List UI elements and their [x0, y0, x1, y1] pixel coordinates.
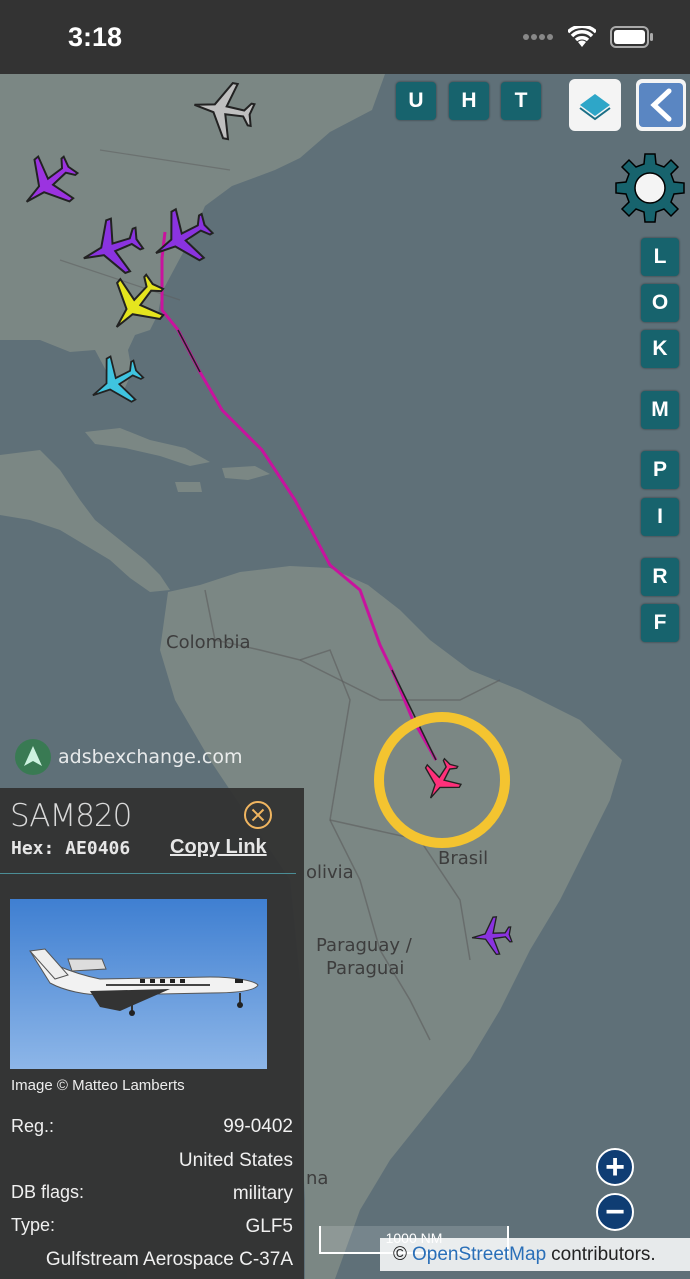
hex-label: Hex:: [11, 838, 55, 859]
zoom-in-button[interactable]: +: [596, 1148, 634, 1186]
aircraft-icon[interactable]: [468, 912, 516, 960]
toggle-u-button[interactable]: U: [396, 82, 436, 120]
signal-icon: [523, 34, 553, 40]
image-credit: Image © Matteo Lamberts: [11, 1077, 185, 1094]
toggle-k-button[interactable]: K: [641, 330, 679, 368]
adsb-logo-icon: [15, 739, 51, 775]
aircraft-icon[interactable]: [84, 350, 148, 414]
panel-divider: [0, 873, 296, 874]
reg-value: 99-0402: [223, 1116, 293, 1137]
label-colombia: Colombia: [166, 632, 251, 653]
battery-icon: [610, 26, 653, 48]
layers-icon: [579, 94, 611, 121]
label-argentina: na: [306, 1168, 329, 1189]
toggle-t-button[interactable]: T: [501, 82, 541, 120]
collapse-panel-button[interactable]: [636, 79, 686, 131]
hex-line: Hex: AE0406: [11, 838, 130, 859]
toggle-i-button[interactable]: I: [641, 498, 679, 536]
toggle-r-button[interactable]: R: [641, 558, 679, 596]
attribution-suffix: contributors.: [551, 1243, 656, 1265]
toggle-p-button[interactable]: P: [641, 451, 679, 489]
toggle-h-button[interactable]: H: [449, 82, 489, 120]
db-flags-label: DB flags:: [11, 1182, 85, 1202]
selected-aircraft-icon[interactable]: [416, 754, 466, 806]
type-label: Type:: [11, 1215, 56, 1235]
aircraft-icon[interactable]: [100, 268, 172, 340]
aircraft-icon[interactable]: [14, 148, 84, 218]
wifi-icon: [568, 26, 596, 47]
label-paraguay-line1: Paraguay /: [316, 935, 412, 956]
type-description: Gulfstream Aerospace C-37A: [45, 1249, 293, 1270]
map-attribution: © OpenStreetMap contributors.: [380, 1238, 690, 1271]
reg-label: Reg.:: [11, 1116, 55, 1136]
toggle-l-button[interactable]: L: [641, 238, 679, 276]
toggle-m-button[interactable]: M: [641, 391, 679, 429]
settings-gear-icon[interactable]: [614, 152, 686, 224]
osm-link[interactable]: OpenStreetMap: [412, 1244, 546, 1266]
close-icon[interactable]: [243, 800, 273, 830]
aircraft-photo[interactable]: [10, 899, 267, 1069]
toggle-f-button[interactable]: F: [641, 604, 679, 642]
country-value: United States: [178, 1150, 293, 1171]
db-flags-value: military: [232, 1183, 293, 1204]
toggle-o-button[interactable]: O: [641, 284, 679, 322]
type-value: GLF5: [245, 1216, 293, 1237]
label-bolivia: olivia: [306, 862, 354, 883]
status-time: 3:18: [68, 22, 123, 52]
aircraft-icon[interactable]: [146, 202, 218, 274]
status-bar: 3:18: [0, 0, 690, 74]
attribution-prefix: ©: [393, 1243, 407, 1265]
layers-button[interactable]: [569, 79, 621, 131]
back-chevron-icon: [639, 83, 683, 127]
hex-value: AE0406: [65, 838, 131, 859]
zoom-out-button[interactable]: −: [596, 1193, 634, 1231]
label-paraguay-line2: Paraguai: [326, 958, 405, 979]
aircraft-info-panel: SAM820 Hex: AE0406 Copy Link Image © Mat…: [0, 788, 304, 1279]
aircraft-icon[interactable]: [188, 74, 260, 146]
copy-link[interactable]: Copy Link: [170, 836, 267, 859]
callsign: SAM820: [10, 798, 132, 834]
adsb-watermark: adsbexchange.com: [14, 738, 242, 776]
watermark-text: adsbexchange.com: [58, 746, 243, 768]
status-icons: [522, 26, 654, 48]
